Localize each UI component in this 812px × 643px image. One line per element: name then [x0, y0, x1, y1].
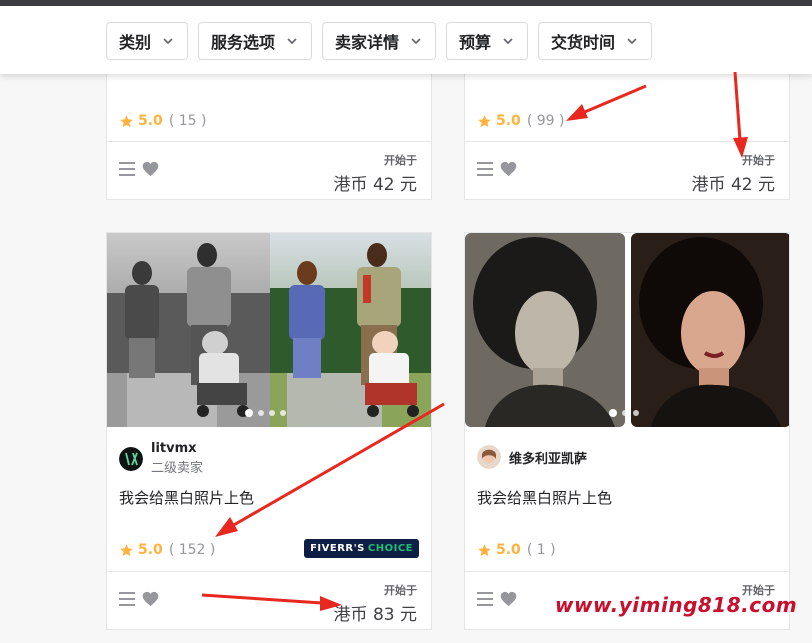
carousel-dot[interactable]	[245, 409, 253, 417]
star-icon	[120, 543, 133, 556]
gig-title[interactable]: 我会给黑白照片上色	[119, 487, 254, 508]
seller-name[interactable]: 维多利亚凯萨	[509, 448, 587, 467]
heart-icon[interactable]	[142, 161, 159, 177]
gig-card-litvmx[interactable]: litvmx 二级卖家 我会给黑白照片上色 5.0 ( 152 ) FIVERR…	[106, 232, 432, 630]
chevron-down-icon	[503, 38, 513, 45]
heart-icon[interactable]	[500, 591, 517, 607]
filter-bar: 类别 服务选项 卖家详情 预算 交货时间	[0, 6, 812, 74]
seller-photo	[477, 445, 501, 469]
seller-level: 二级卖家	[151, 461, 204, 476]
price: 港币 42 元	[691, 175, 775, 195]
rating: 5.0 ( 99 )	[477, 113, 564, 129]
menu-icon[interactable]	[119, 162, 135, 176]
filter-budget[interactable]: 预算	[446, 22, 529, 60]
card-footer: 开始于 港币 42 元	[465, 141, 789, 199]
starting-at-label: 开始于	[384, 154, 417, 167]
seller-name[interactable]: litvmx	[151, 441, 203, 456]
star-icon	[478, 114, 491, 127]
gig-thumbnail[interactable]	[107, 233, 431, 427]
chevron-down-icon	[163, 38, 173, 45]
filter-service-options[interactable]: 服务选项	[198, 22, 313, 60]
fiverrs-choice-badge: FIVERR'S CHOICE	[304, 539, 419, 558]
card-footer: 开始于 港币 42 元	[107, 141, 431, 199]
rating-score: 5.0	[138, 542, 163, 558]
filter-delivery-time[interactable]: 交货时间	[538, 22, 653, 60]
filter-seller-details[interactable]: 卖家详情	[322, 22, 437, 60]
chevron-down-icon	[287, 38, 297, 45]
price: 港币 42 元	[333, 175, 417, 195]
heart-icon[interactable]	[500, 161, 517, 177]
carousel-dot[interactable]	[269, 410, 275, 416]
carousel-dot[interactable]	[633, 410, 639, 416]
filter-service-options-label: 服务选项	[211, 33, 276, 52]
carousel-dot[interactable]	[280, 410, 286, 416]
rating-score: 5.0	[496, 542, 521, 558]
thumbnail-image	[465, 233, 789, 427]
chevron-down-icon	[627, 38, 637, 45]
watermark: www.yiming818.com	[555, 593, 798, 617]
filter-category[interactable]: 类别	[106, 22, 189, 60]
carousel-dot[interactable]	[258, 410, 264, 416]
gig-title[interactable]: 我会给黑白照片上色	[477, 487, 612, 508]
rating: 5.0 ( 1 )	[477, 542, 556, 558]
rating-count: ( 152 )	[168, 542, 216, 558]
rating: 5.0 ( 15 )	[119, 113, 206, 129]
menu-icon[interactable]	[119, 592, 135, 606]
heart-icon[interactable]	[142, 591, 159, 607]
seller-info[interactable]: 维多利亚凯萨	[477, 445, 587, 469]
badge-brand: FIVERR'S	[310, 543, 365, 554]
carousel-dots[interactable]	[245, 409, 286, 417]
filter-seller-details-label: 卖家详情	[335, 33, 400, 52]
menu-icon[interactable]	[477, 592, 493, 606]
filter-delivery-time-label: 交货时间	[551, 33, 616, 52]
rating-count: ( 15 )	[168, 113, 207, 129]
filter-budget-label: 预算	[459, 33, 492, 52]
seller-logo	[119, 446, 143, 471]
gig-card-victoria[interactable]: 维多利亚凯萨 我会给黑白照片上色 5.0 ( 1 ) 开始于	[464, 232, 790, 630]
starting-at-label: 开始于	[384, 584, 417, 597]
badge-choice: CHOICE	[367, 543, 413, 554]
carousel-dot[interactable]	[609, 409, 617, 417]
filter-category-label: 类别	[119, 33, 152, 52]
rating-count: ( 99 )	[526, 113, 565, 129]
carousel-dots[interactable]	[609, 409, 639, 417]
star-icon	[478, 543, 491, 556]
rating-score: 5.0	[496, 113, 521, 129]
rating-score: 5.0	[138, 113, 163, 129]
card-footer: 开始于 港币 83 元	[107, 571, 431, 629]
carousel-dot[interactable]	[622, 410, 628, 416]
price: 港币 83 元	[333, 605, 417, 625]
gig-thumbnail[interactable]	[465, 233, 789, 427]
thumbnail-image	[107, 233, 431, 427]
rating: 5.0 ( 152 )	[119, 542, 215, 558]
rating-count: ( 1 )	[526, 542, 556, 558]
menu-icon[interactable]	[477, 162, 493, 176]
avatar[interactable]	[477, 445, 501, 469]
chevron-down-icon	[411, 38, 421, 45]
avatar[interactable]	[119, 446, 143, 471]
starting-at-label: 开始于	[742, 154, 775, 167]
star-icon	[120, 114, 133, 127]
seller-info[interactable]: litvmx 二级卖家	[119, 441, 203, 476]
